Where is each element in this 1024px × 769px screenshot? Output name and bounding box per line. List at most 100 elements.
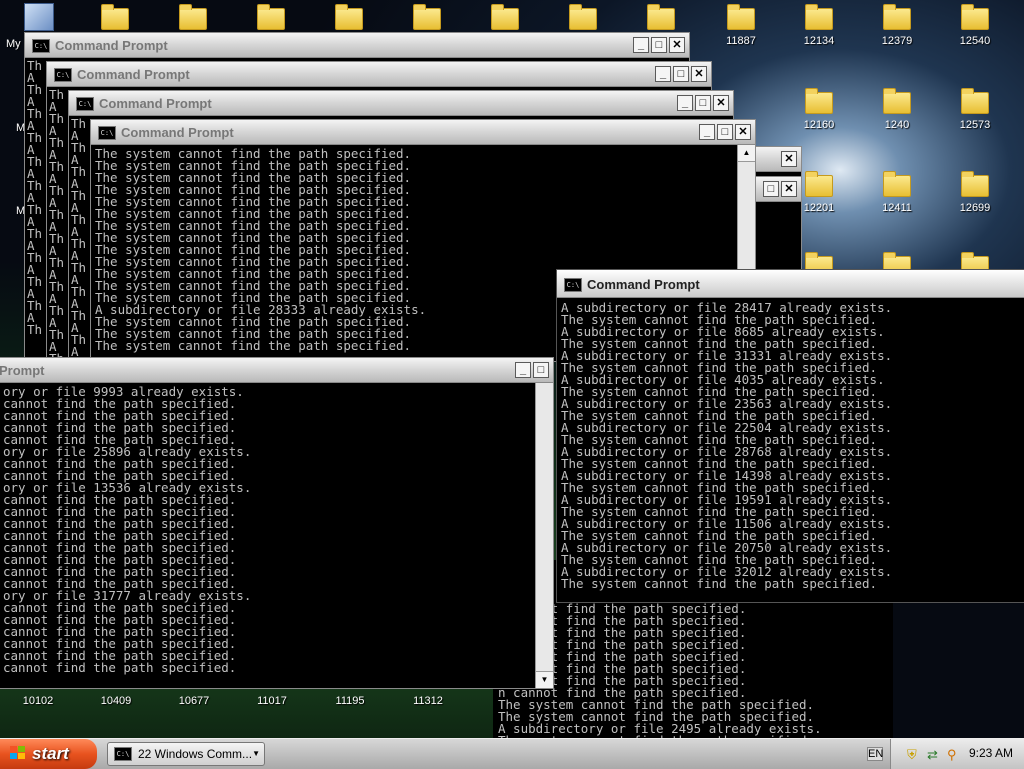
- desktop-icon-label[interactable]: 10102: [8, 695, 68, 707]
- desktop-folder[interactable]: [236, 4, 306, 35]
- command-prompt-window-active[interactable]: C:\ Command Prompt A subdirectory or fil…: [556, 269, 1024, 603]
- windows-logo-icon: [10, 746, 27, 761]
- folder-label: 12160: [803, 119, 835, 131]
- maximize-button[interactable]: □: [651, 37, 667, 53]
- folder-label: 12573: [959, 119, 991, 131]
- folder-label: 12411: [882, 202, 912, 214]
- minimize-button[interactable]: _: [515, 362, 531, 378]
- command-prompt-window-hidden[interactable]: □ ✕: [752, 176, 802, 276]
- folder-icon: [727, 4, 755, 30]
- desktop-folder-1240[interactable]: 1240: [862, 88, 932, 131]
- desktop-icon-label[interactable]: 11017: [242, 695, 302, 707]
- desktop-folder[interactable]: [314, 4, 384, 35]
- command-prompt-window-lower[interactable]: Prompt _ □ ory or file 9993 already exist…: [0, 357, 554, 689]
- cmd-window-icon: C:\: [76, 97, 94, 111]
- network-icon[interactable]: ⇄: [927, 747, 938, 763]
- folder-icon: [805, 4, 833, 30]
- close-button[interactable]: ✕: [691, 66, 707, 82]
- desktop-folder[interactable]: [80, 4, 150, 35]
- desktop-folder[interactable]: [626, 4, 696, 35]
- window-title: Command Prompt: [587, 277, 700, 292]
- desktop-folder[interactable]: [158, 4, 228, 35]
- folder-icon: [805, 88, 833, 114]
- console-output: ThAThAThAThAThAThAThAThAThAThAThATh: [49, 89, 65, 358]
- console-line: The system cannot find the path specifie…: [561, 576, 878, 591]
- taskbar: start C:\ 22 Windows Comm... ▼ EN ⛨ ⇄ ⚲ …: [0, 738, 1024, 769]
- close-button[interactable]: ✕: [735, 124, 751, 140]
- folder-icon: [335, 4, 363, 30]
- desktop-folder-12699[interactable]: 12699: [940, 171, 1010, 214]
- desktop-icon-label[interactable]: 11312: [398, 695, 458, 707]
- minimize-button[interactable]: _: [655, 66, 671, 82]
- minimize-button[interactable]: _: [677, 95, 693, 111]
- scroll-up-arrow-icon[interactable]: ▲: [738, 145, 755, 162]
- window-title: Command Prompt: [121, 125, 234, 140]
- cmd-window-icon: C:\: [564, 278, 582, 292]
- window-titlebar[interactable]: C:\ Command Prompt _ □ ✕: [91, 120, 755, 145]
- start-label: start: [32, 744, 69, 763]
- taskbar-group-button[interactable]: C:\ 22 Windows Comm... ▼: [107, 742, 265, 766]
- my-computer-icon[interactable]: [24, 3, 54, 31]
- folder-label: 12379: [881, 35, 913, 47]
- console-output[interactable]: ory or file 9993 already exists. cannot f…: [1, 383, 535, 688]
- window-titlebar[interactable]: □ ✕: [753, 177, 801, 202]
- folder-icon: [491, 4, 519, 30]
- console-output[interactable]: A subdirectory or file 28417 already exi…: [559, 299, 1024, 602]
- folder-icon: [805, 171, 833, 197]
- folder-label: 12540: [959, 35, 991, 47]
- security-shield-icon[interactable]: ⛨: [907, 747, 917, 763]
- maximize-button[interactable]: □: [673, 66, 689, 82]
- cmd-window-icon: C:\: [98, 126, 116, 140]
- close-button[interactable]: ✕: [781, 151, 797, 167]
- desktop-folder[interactable]: 12379: [862, 4, 932, 47]
- desktop-icon-label[interactable]: 10409: [86, 695, 146, 707]
- console-output: ThAThAThAThAThAThAThAThAThAThAThATh: [71, 118, 87, 359]
- search-icon[interactable]: ⚲: [947, 747, 957, 763]
- close-button[interactable]: ✕: [713, 95, 729, 111]
- folder-label: 12699: [959, 202, 991, 214]
- console-line: cannot find the path specified.: [3, 660, 237, 675]
- scroll-down-arrow-icon[interactable]: ▼: [536, 671, 553, 688]
- desktop-folder[interactable]: 12134: [784, 4, 854, 47]
- folder-icon: [961, 4, 989, 30]
- desktop-icon-label[interactable]: 11195: [320, 695, 380, 707]
- maximize-button[interactable]: □: [717, 124, 733, 140]
- desktop-folder[interactable]: [470, 4, 540, 35]
- folder-icon: [413, 4, 441, 30]
- close-button[interactable]: ✕: [781, 181, 797, 197]
- desktop-folder[interactable]: 12540: [940, 4, 1010, 47]
- window-title: Command Prompt: [99, 96, 212, 111]
- folder-icon: [257, 4, 285, 30]
- clock[interactable]: 9:23 AM: [969, 746, 1013, 760]
- desktop-folder[interactable]: 11887: [706, 4, 776, 47]
- maximize-button[interactable]: □: [763, 181, 779, 197]
- language-indicator[interactable]: EN: [867, 747, 883, 761]
- window-titlebar[interactable]: C:\ Command Prompt _ □ ✕: [47, 62, 711, 87]
- window-titlebar[interactable]: C:\ Command Prompt _ □ ✕: [69, 91, 733, 116]
- folder-label: 1240: [884, 119, 910, 131]
- minimize-button[interactable]: _: [633, 37, 649, 53]
- folder-icon: [961, 88, 989, 114]
- window-titlebar[interactable]: C:\ Command Prompt _ □ ✕: [25, 33, 689, 58]
- console-line: Th: [27, 322, 43, 337]
- folder-icon: [569, 4, 597, 30]
- vertical-scrollbar[interactable]: ▼: [535, 383, 553, 688]
- maximize-button[interactable]: □: [533, 362, 549, 378]
- chevron-down-icon: ▼: [252, 749, 260, 758]
- desktop-folder-12160[interactable]: 12160: [784, 88, 854, 131]
- desktop-folder[interactable]: [548, 4, 618, 35]
- minimize-button[interactable]: _: [699, 124, 715, 140]
- close-button[interactable]: ✕: [669, 37, 685, 53]
- console-output: n cannot find the path specified. n canno…: [496, 600, 893, 740]
- desktop-icon-label[interactable]: 10677: [164, 695, 224, 707]
- window-titlebar[interactable]: C:\ Command Prompt: [557, 270, 1024, 298]
- maximize-button[interactable]: □: [695, 95, 711, 111]
- window-title: Command Prompt: [55, 38, 168, 53]
- start-button[interactable]: start: [0, 739, 97, 769]
- folder-icon: [101, 4, 129, 30]
- desktop-folder-12411[interactable]: 12411: [862, 171, 932, 214]
- window-titlebar[interactable]: Prompt _ □: [0, 358, 553, 383]
- desktop-folder[interactable]: [392, 4, 462, 35]
- desktop-folder-12573[interactable]: 12573: [940, 88, 1010, 131]
- folder-label: 12134: [803, 35, 835, 47]
